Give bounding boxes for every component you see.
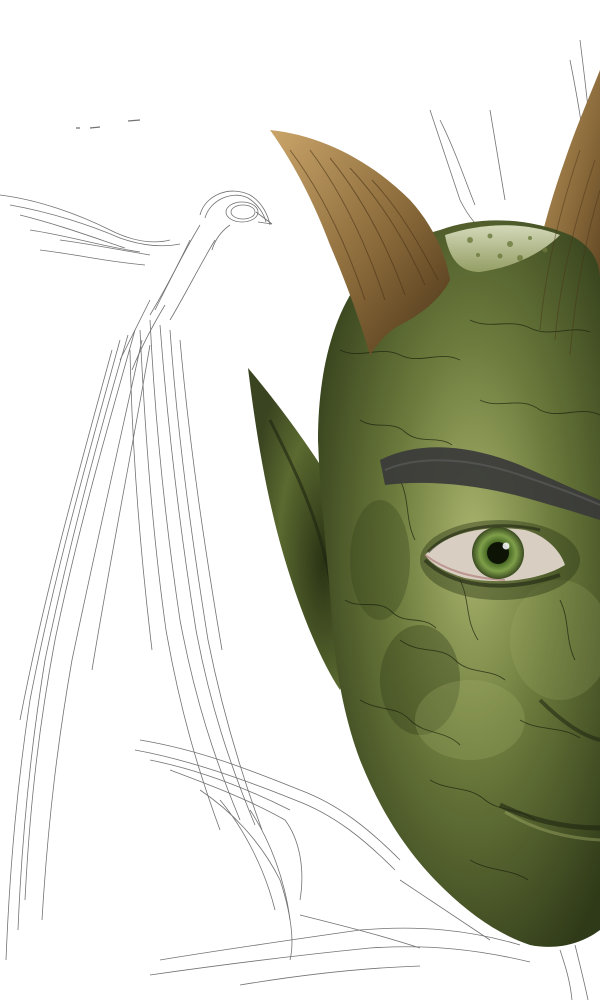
goblin-head [248, 70, 600, 947]
artwork-canvas [0, 0, 600, 1000]
